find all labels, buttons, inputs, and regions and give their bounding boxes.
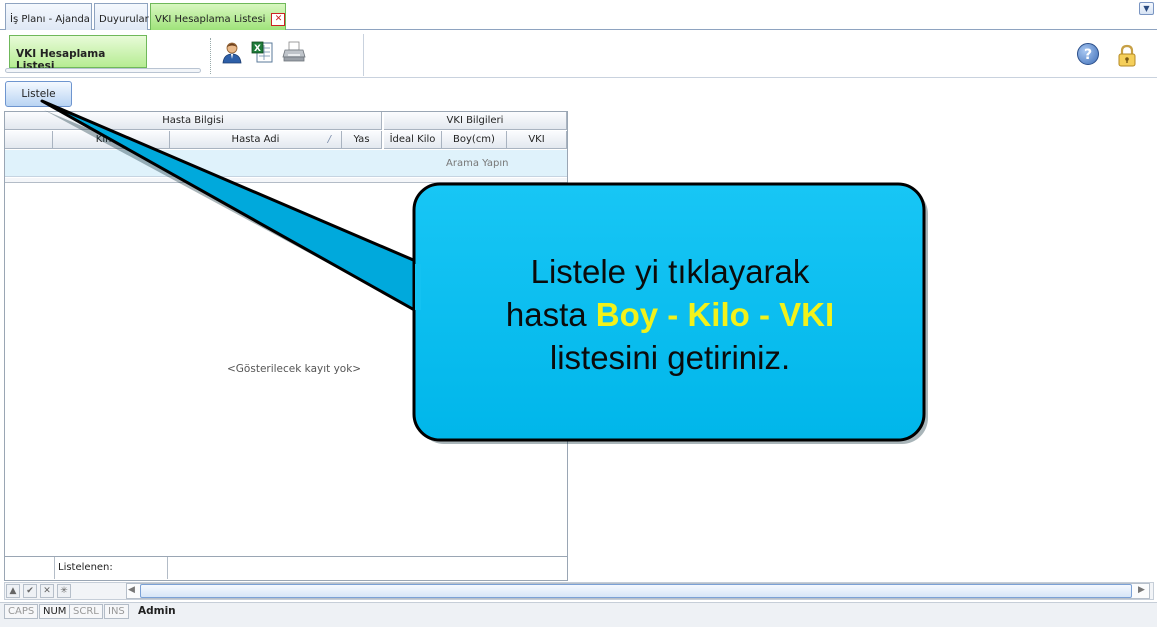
search-placeholder: Arama Yapın (446, 158, 509, 169)
column-header-vki[interactable]: VKI (507, 131, 567, 149)
toolbar-divider (210, 38, 211, 74)
column-label: VKI (528, 134, 545, 145)
column-header-hasta-adi[interactable]: Hasta Adi / (170, 131, 342, 149)
help-icon[interactable]: ? (1077, 43, 1099, 65)
tab-is-plani-ajanda[interactable]: İş Planı - Ajanda (5, 3, 92, 30)
callout-line-3: listesini getiriniz. (549, 339, 791, 376)
scroll-left-icon[interactable]: ◀ (128, 585, 135, 595)
column-label: İdeal Kilo (389, 134, 436, 145)
scroll-right-icon[interactable]: ▶ (1138, 585, 1145, 595)
print-icon[interactable] (282, 40, 306, 64)
callout-line-1: Listele yi tıklayarak (530, 253, 810, 290)
status-user: Admin (138, 605, 176, 617)
status-num: NUM (39, 604, 71, 619)
tab-label: Duyurular (99, 14, 149, 25)
column-label: Kimlik (95, 134, 127, 145)
tab-dropdown-chevron-down-icon[interactable]: ▼ (1139, 2, 1154, 15)
tab-label: İş Planı - Ajanda (10, 14, 90, 25)
callout-message: Listele yi tıklayarak hasta Boy - Kilo -… (440, 250, 900, 379)
status-caps: CAPS (4, 604, 39, 619)
nav-refresh-icon[interactable]: ✳ (57, 584, 71, 598)
column-header-ideal-kilo[interactable]: İdeal Kilo (384, 131, 442, 149)
column-header-kimlik[interactable]: Kimlik (53, 131, 170, 149)
column-label: Hasta Adi (231, 134, 280, 145)
tab-duyurular[interactable]: Duyurular (94, 3, 149, 30)
page-title-button[interactable]: VKI Hesaplama Listesi (9, 35, 147, 72)
status-key-label: NUM (43, 606, 67, 617)
status-key-label: CAPS (8, 606, 35, 617)
footer-count-cell: Listelenen: (55, 557, 168, 579)
close-icon[interactable]: ✕ (271, 13, 286, 26)
band-label: Hasta Bilgisi (162, 115, 224, 126)
callout-line-2-prefix: hasta (505, 296, 596, 333)
title-underline (5, 68, 201, 73)
footer-indicator-cell (5, 557, 55, 579)
band-vki-bilgileri: VKI Bilgileri (384, 112, 567, 130)
empty-message: <Gösterilecek kayıt yok> (227, 363, 362, 375)
filter-row-separator (5, 178, 567, 183)
column-header-boy[interactable]: Boy(cm) (442, 131, 507, 149)
band-hasta-bilgisi: Hasta Bilgisi (5, 112, 382, 130)
scrollbar-thumb[interactable] (140, 584, 1132, 598)
lock-icon[interactable] (1116, 44, 1138, 68)
help-glyph: ? (1083, 47, 1093, 63)
search-row[interactable]: Arama Yapın (5, 150, 567, 177)
status-key-label: SCRL (73, 606, 99, 617)
nav-delete-icon[interactable]: ✕ (40, 584, 54, 598)
sort-indicator: / (327, 134, 331, 145)
status-scrl: SCRL (69, 604, 103, 619)
toolbar-separator (363, 34, 364, 76)
callout-highlight: Boy - Kilo - VKI (595, 296, 835, 333)
callout-line-2: hasta Boy - Kilo - VKI (440, 293, 900, 336)
patient-icon[interactable] (220, 40, 244, 64)
nav-up-icon[interactable]: ▲ (6, 584, 20, 598)
column-label: Yas (353, 134, 370, 145)
svg-text:X: X (254, 44, 261, 54)
list-button[interactable]: Listele (5, 81, 72, 107)
tab-vki-hesaplama-listesi[interactable]: VKI Hesaplama Listesi ✕ (150, 3, 286, 30)
row-indicator-header (5, 131, 53, 149)
list-button-label: Listele (21, 88, 56, 100)
footer-count-label: Listelenen: (58, 562, 113, 573)
band-label: VKI Bilgileri (446, 115, 504, 126)
status-ins: INS (104, 604, 129, 619)
status-key-label: INS (108, 606, 125, 617)
tab-label: VKI Hesaplama Listesi (155, 14, 266, 25)
excel-export-icon[interactable]: X (250, 40, 274, 64)
nav-check-icon[interactable]: ✔ (23, 584, 37, 598)
column-label: Boy(cm) (453, 134, 495, 145)
column-header-yas[interactable]: Yas (342, 131, 382, 149)
